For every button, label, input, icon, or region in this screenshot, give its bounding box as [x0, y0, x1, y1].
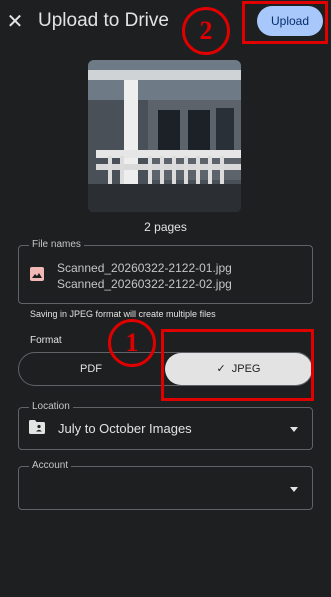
page-title: Upload to Drive: [38, 10, 169, 31]
file-name-2: Scanned_20260322-2122-02.jpg: [57, 277, 232, 291]
file-names-label: File names: [29, 239, 84, 250]
close-button[interactable]: ✕: [4, 8, 26, 36]
location-value: July to October Images: [58, 421, 192, 436]
location-select[interactable]: Location July to October Images: [18, 401, 313, 450]
format-label: Format: [30, 335, 62, 346]
annotation-marker-2: 2: [182, 7, 230, 55]
location-label: Location: [29, 401, 73, 412]
chevron-down-icon: [290, 487, 298, 492]
account-select[interactable]: Account: [18, 460, 313, 510]
shared-folder-icon: [29, 420, 45, 439]
image-icon: [29, 266, 45, 287]
annotation-box-upload: [242, 1, 328, 44]
account-label: Account: [29, 460, 72, 471]
file-names-field: File names Scanned_20260322-2122-01.jpg …: [18, 239, 313, 304]
annotation-box-jpeg: [161, 329, 314, 401]
annotation-marker-1: 1: [108, 319, 156, 367]
jpeg-info-note: Saving in JPEG format will create multip…: [30, 309, 216, 319]
chevron-down-icon: [290, 427, 298, 432]
file-name-1: Scanned_20260322-2122-01.jpg: [57, 261, 232, 275]
page-count: 2 pages: [144, 220, 187, 234]
document-thumbnail: [88, 60, 241, 212]
